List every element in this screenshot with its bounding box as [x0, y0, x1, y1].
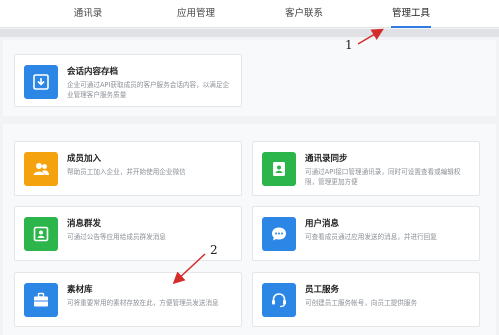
annotation-arrow-2 [172, 253, 206, 285]
annotation-arrows [172, 28, 384, 285]
annotation-arrow-1 [357, 28, 384, 45]
